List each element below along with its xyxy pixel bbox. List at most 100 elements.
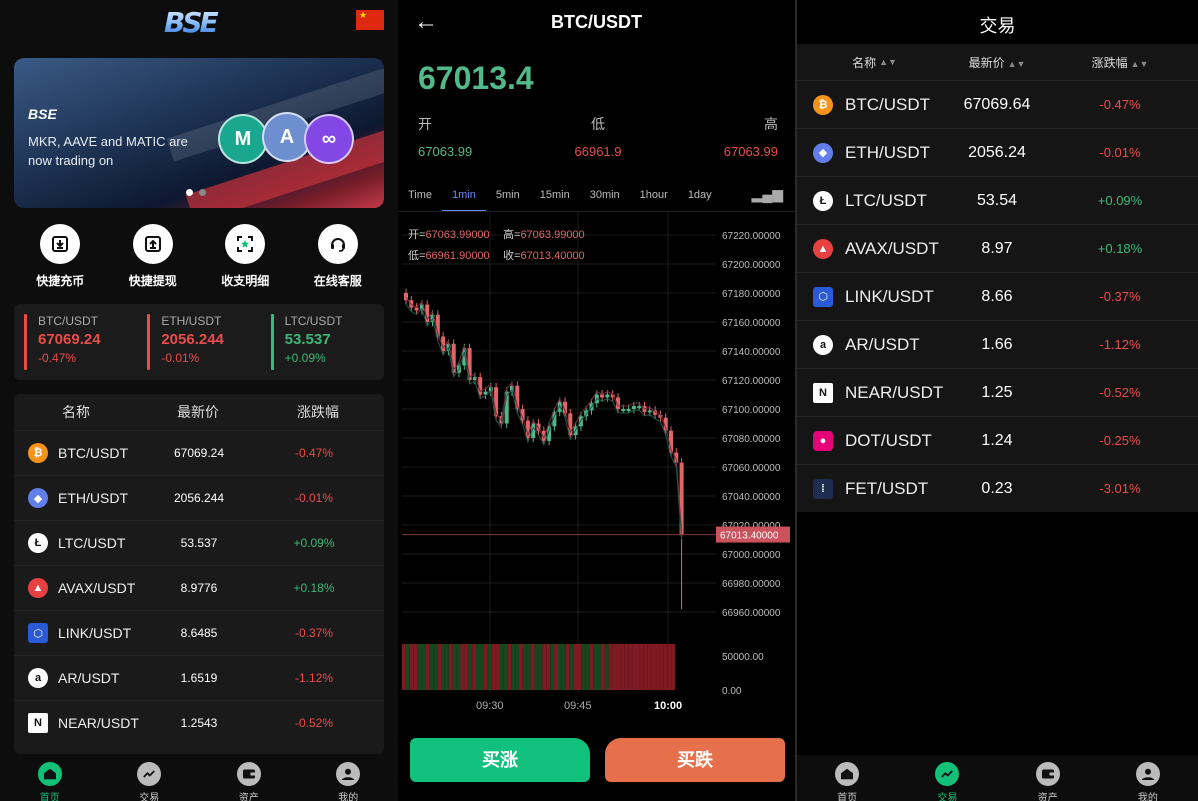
volume-bar bbox=[554, 644, 558, 690]
volume-bar bbox=[413, 644, 418, 690]
chainlink-icon: ⬡ bbox=[813, 286, 833, 307]
market-row[interactable]: ₿ BTC/USDT 67069.64 -0.47% bbox=[797, 80, 1198, 128]
tab-home[interactable]: 首页 bbox=[0, 755, 100, 801]
market-row[interactable]: ◆ ETH/USDT 2056.24 -0.01% bbox=[797, 128, 1198, 176]
promo-banner[interactable]: BSE MKR, AAVE and MATIC are now trading … bbox=[14, 58, 384, 208]
volume-bar bbox=[468, 644, 473, 690]
home-icon bbox=[835, 762, 860, 786]
volume-tick-label: 0.00 bbox=[722, 686, 742, 697]
volume-bar bbox=[429, 644, 434, 690]
deposit-icon bbox=[40, 224, 81, 264]
market-row[interactable]: ⬡ LINK/USDT 8.6485 -0.37% bbox=[14, 610, 384, 655]
pair-change: -3.01% bbox=[1099, 481, 1141, 496]
buy-down-button[interactable]: 买跌 bbox=[605, 738, 785, 782]
volume-bar bbox=[491, 644, 496, 690]
y-tick-label: 67220.00000 bbox=[722, 231, 781, 242]
quick-deposit-button[interactable]: 快捷充币 bbox=[20, 224, 100, 294]
volume-bar bbox=[636, 644, 640, 690]
timeframe-tab[interactable]: 30min bbox=[580, 185, 630, 211]
timeframe-tab[interactable]: 1hour bbox=[630, 185, 678, 211]
user-icon bbox=[336, 762, 361, 786]
user-icon bbox=[1135, 762, 1160, 786]
volume-bar bbox=[643, 644, 648, 690]
china-flag-icon[interactable]: ★ bbox=[356, 10, 384, 30]
candle bbox=[637, 406, 642, 409]
ohlc-info: 收=67013.40000 bbox=[503, 248, 585, 262]
tab-home[interactable]: 首页 bbox=[797, 755, 897, 801]
volume-bar bbox=[480, 644, 484, 690]
market-row[interactable]: ⁞ FET/USDT 0.23 -3.01% bbox=[797, 464, 1198, 512]
volume-bar bbox=[604, 644, 609, 690]
ticker-strip: BTC/USDT 67069.24 -0.47% ETH/USDT 2056.2… bbox=[14, 304, 384, 380]
wallet-icon bbox=[236, 762, 261, 786]
home-icon bbox=[37, 762, 62, 786]
timeframe-tab[interactable]: 1day bbox=[678, 185, 722, 211]
sort-price-header[interactable]: 最新价 ▲▼ bbox=[952, 54, 1042, 71]
candle bbox=[631, 406, 636, 409]
sort-change-header[interactable]: 涨跌幅 ▲▼ bbox=[1042, 54, 1198, 71]
tab-trade[interactable]: 交易 bbox=[100, 755, 200, 801]
quick-withdraw-button[interactable]: 快捷提现 bbox=[113, 224, 193, 294]
pair-name: AR/USDT bbox=[58, 670, 120, 686]
polkadot-icon: ● bbox=[813, 430, 833, 451]
banner-pagination[interactable] bbox=[186, 189, 206, 196]
volume-bar bbox=[620, 644, 625, 690]
volume-bar bbox=[402, 644, 406, 690]
pair-name: NEAR/USDT bbox=[845, 382, 944, 402]
market-row[interactable]: ● DOT/USDT 1.24 -0.25% bbox=[797, 416, 1198, 464]
ticker-btc[interactable]: BTC/USDT 67069.24 -0.47% bbox=[14, 304, 137, 380]
candlestick-chart[interactable]: 67220.00000 67200.00000 67180.00000 67160.0… bbox=[398, 212, 795, 722]
timeframe-tab[interactable]: 15min bbox=[530, 185, 580, 211]
market-row[interactable]: a AR/USDT 1.66 -1.12% bbox=[797, 320, 1198, 368]
tab-user[interactable]: 我的 bbox=[1098, 755, 1198, 801]
pair-name: BTC/USDT bbox=[58, 445, 128, 461]
pair-name: FET/USDT bbox=[845, 478, 929, 498]
market-row[interactable]: Ł LTC/USDT 53.54 +0.09% bbox=[797, 176, 1198, 224]
pair-price: 8.97 bbox=[981, 239, 1013, 257]
pair-change: -1.12% bbox=[294, 671, 334, 685]
volume-bar bbox=[464, 644, 469, 690]
volume-bar bbox=[558, 644, 562, 690]
pair-change: -0.01% bbox=[294, 491, 334, 505]
tab-user[interactable]: 我的 bbox=[299, 755, 399, 801]
x-tick-label: 10:00 bbox=[654, 700, 682, 712]
indicator-chart-icon[interactable]: ▂▄▆ bbox=[752, 186, 783, 203]
ticker-ltc[interactable]: LTC/USDT 53.537 +0.09% bbox=[261, 304, 384, 380]
quick-support-button[interactable]: 在线客服 bbox=[298, 224, 378, 294]
market-row[interactable]: ₿ BTC/USDT 67069.24 -0.47% bbox=[14, 430, 384, 475]
volume-bar bbox=[573, 644, 578, 690]
market-row[interactable]: Ł LTC/USDT 53.537 +0.09% bbox=[14, 520, 384, 565]
y-tick-label: 66980.00000 bbox=[722, 579, 781, 590]
market-row[interactable]: N NEAR/USDT 1.25 -0.52% bbox=[797, 368, 1198, 416]
timeframe-tab[interactable]: 1min bbox=[442, 185, 486, 211]
volume-bar bbox=[433, 644, 438, 690]
trade-title: 交易 bbox=[979, 16, 1016, 36]
market-row[interactable]: ▲ AVAX/USDT 8.9776 +0.18% bbox=[14, 565, 384, 610]
quick-records-button[interactable]: 收支明细 bbox=[205, 224, 285, 294]
y-tick-label: 67180.00000 bbox=[722, 289, 781, 300]
volume-bar bbox=[417, 644, 422, 690]
pair-price: 67069.64 bbox=[963, 95, 1031, 113]
tab-wallet[interactable]: 资产 bbox=[998, 755, 1098, 801]
buy-up-button[interactable]: 买涨 bbox=[410, 738, 590, 782]
sort-name-header[interactable]: 名称 ▲▼ bbox=[797, 54, 952, 71]
market-row[interactable]: ▲ AVAX/USDT 8.97 +0.18% bbox=[797, 224, 1198, 272]
volume-bar bbox=[522, 644, 527, 690]
market-row[interactable]: N NEAR/USDT 1.2543 -0.52% bbox=[14, 700, 384, 745]
matic-coin-icon: ∞ bbox=[304, 114, 354, 164]
market-row[interactable]: ◆ ETH/USDT 2056.244 -0.01% bbox=[14, 475, 384, 520]
col-name-header: 名称 bbox=[62, 404, 90, 420]
tab-trade[interactable]: 交易 bbox=[897, 755, 997, 801]
timeframe-tab[interactable]: 5min bbox=[486, 185, 530, 211]
volume-bar bbox=[437, 644, 441, 690]
market-row[interactable]: ⬡ LINK/USDT 8.66 -0.37% bbox=[797, 272, 1198, 320]
volume-bar bbox=[581, 644, 586, 690]
pair-name: AR/USDT bbox=[845, 334, 920, 354]
market-row[interactable]: a AR/USDT 1.6519 -1.12% bbox=[14, 655, 384, 700]
tab-wallet[interactable]: 资产 bbox=[199, 755, 299, 801]
y-tick-label: 67080.00000 bbox=[722, 434, 781, 445]
timeframe-tab[interactable]: Time bbox=[398, 185, 442, 211]
litecoin-icon: Ł bbox=[813, 190, 833, 211]
pair-name: AVAX/USDT bbox=[845, 238, 939, 258]
ticker-eth[interactable]: ETH/USDT 2056.244 -0.01% bbox=[137, 304, 260, 380]
